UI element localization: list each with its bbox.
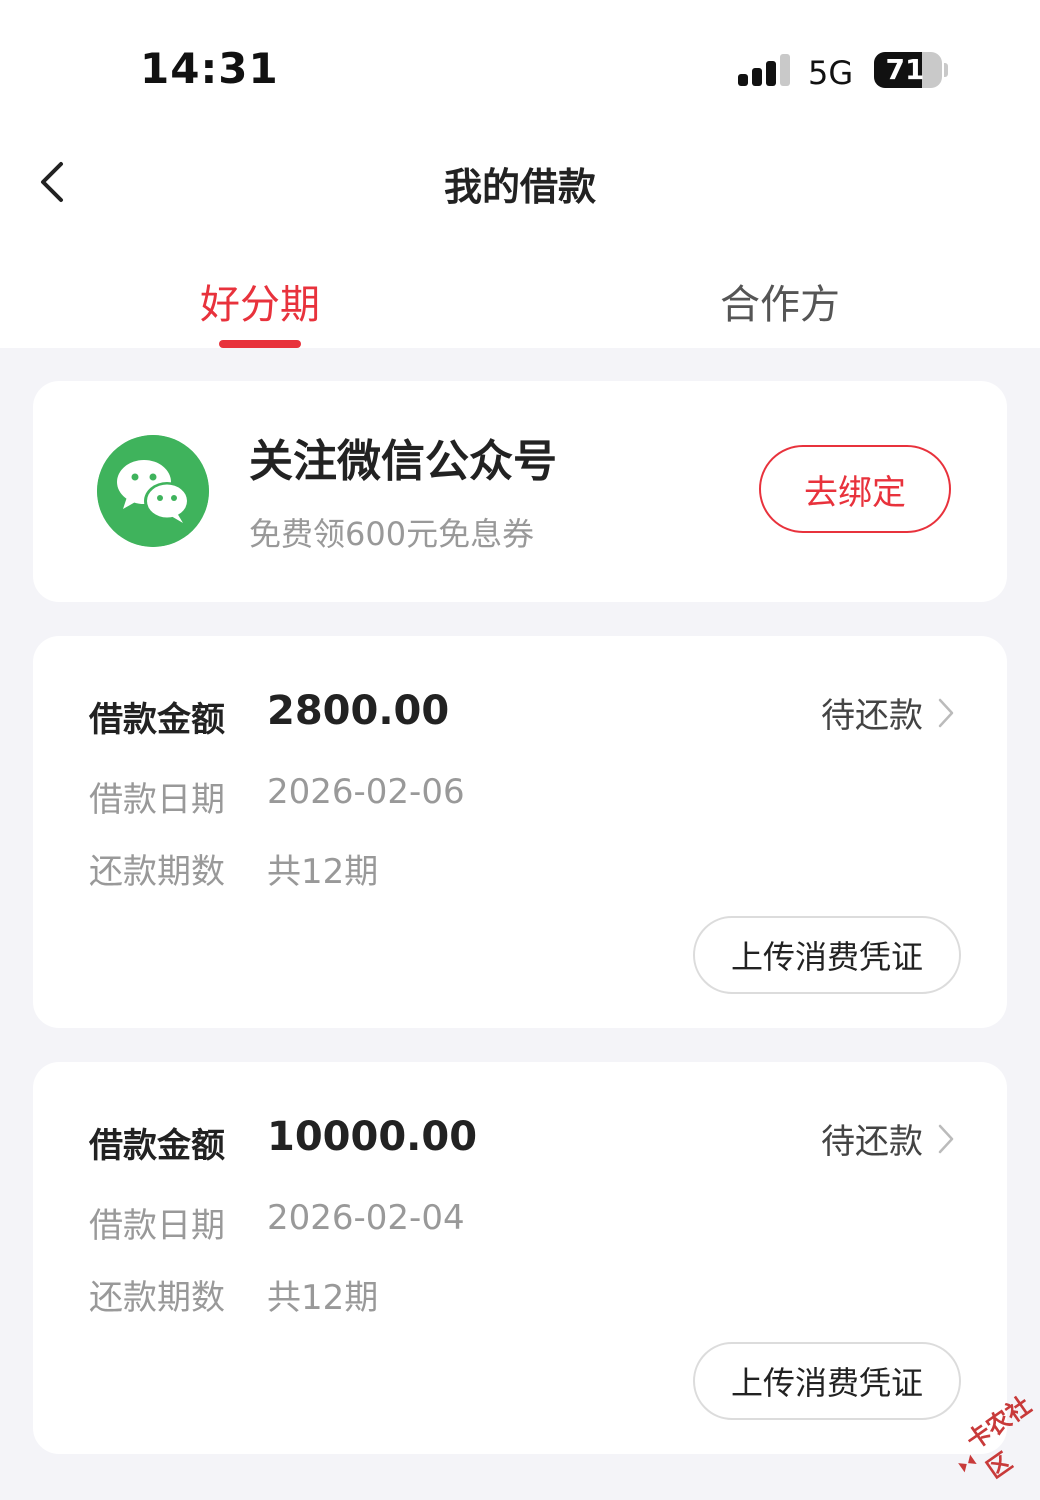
loan-card[interactable]: 借款金额 10000.00 待还款 借款日期 2026-02-04 还款期数 共…	[33, 1062, 1007, 1454]
loan-card[interactable]: 借款金额 2800.00 待还款 借款日期 2026-02-06 还款期数 共1…	[33, 636, 1007, 1028]
loan-date: 2026-02-06	[267, 772, 465, 812]
active-tab-indicator	[219, 340, 301, 348]
upload-receipt-button[interactable]: 上传消费凭证	[693, 916, 961, 994]
term-label: 还款期数	[89, 852, 225, 892]
battery-percent: 71	[885, 53, 925, 86]
page-title: 我的借款	[443, 165, 596, 209]
loan-status: 待还款	[821, 696, 923, 736]
amount-label: 借款金额	[89, 700, 225, 740]
chevron-right-icon	[937, 1122, 959, 1156]
date-label: 借款日期	[89, 780, 225, 820]
upload-receipt-button[interactable]: 上传消费凭证	[693, 1342, 961, 1420]
network-type: 5G	[808, 54, 854, 92]
battery-icon: 71	[874, 52, 942, 88]
loan-amount: 10000.00	[267, 1114, 478, 1160]
loan-amount: 2800.00	[267, 688, 450, 734]
signal-icon	[738, 54, 790, 86]
loan-date: 2026-02-04	[267, 1198, 465, 1238]
tab-haofenqi[interactable]: 好分期	[160, 272, 360, 330]
promo-subtitle: 免费领600元免息券	[249, 515, 535, 553]
wechat-promo-card: 关注微信公众号 免费领600元免息券 去绑定	[33, 381, 1007, 602]
status-time: 14:31	[140, 44, 279, 93]
tab-partner[interactable]: 合作方	[680, 272, 880, 330]
amount-label: 借款金额	[89, 1126, 225, 1166]
promo-title: 关注微信公众号	[249, 436, 557, 487]
loan-term: 共12期	[267, 1278, 379, 1318]
date-label: 借款日期	[89, 1206, 225, 1246]
wechat-icon	[97, 435, 209, 547]
loan-term: 共12期	[267, 852, 379, 892]
bind-button[interactable]: 去绑定	[759, 445, 951, 533]
loan-status-link[interactable]: 待还款	[821, 688, 959, 737]
loan-status: 待还款	[821, 1122, 923, 1162]
chevron-right-icon	[937, 696, 959, 730]
loan-status-link[interactable]: 待还款	[821, 1114, 959, 1163]
battery-tip	[944, 63, 948, 77]
term-label: 还款期数	[89, 1278, 225, 1318]
